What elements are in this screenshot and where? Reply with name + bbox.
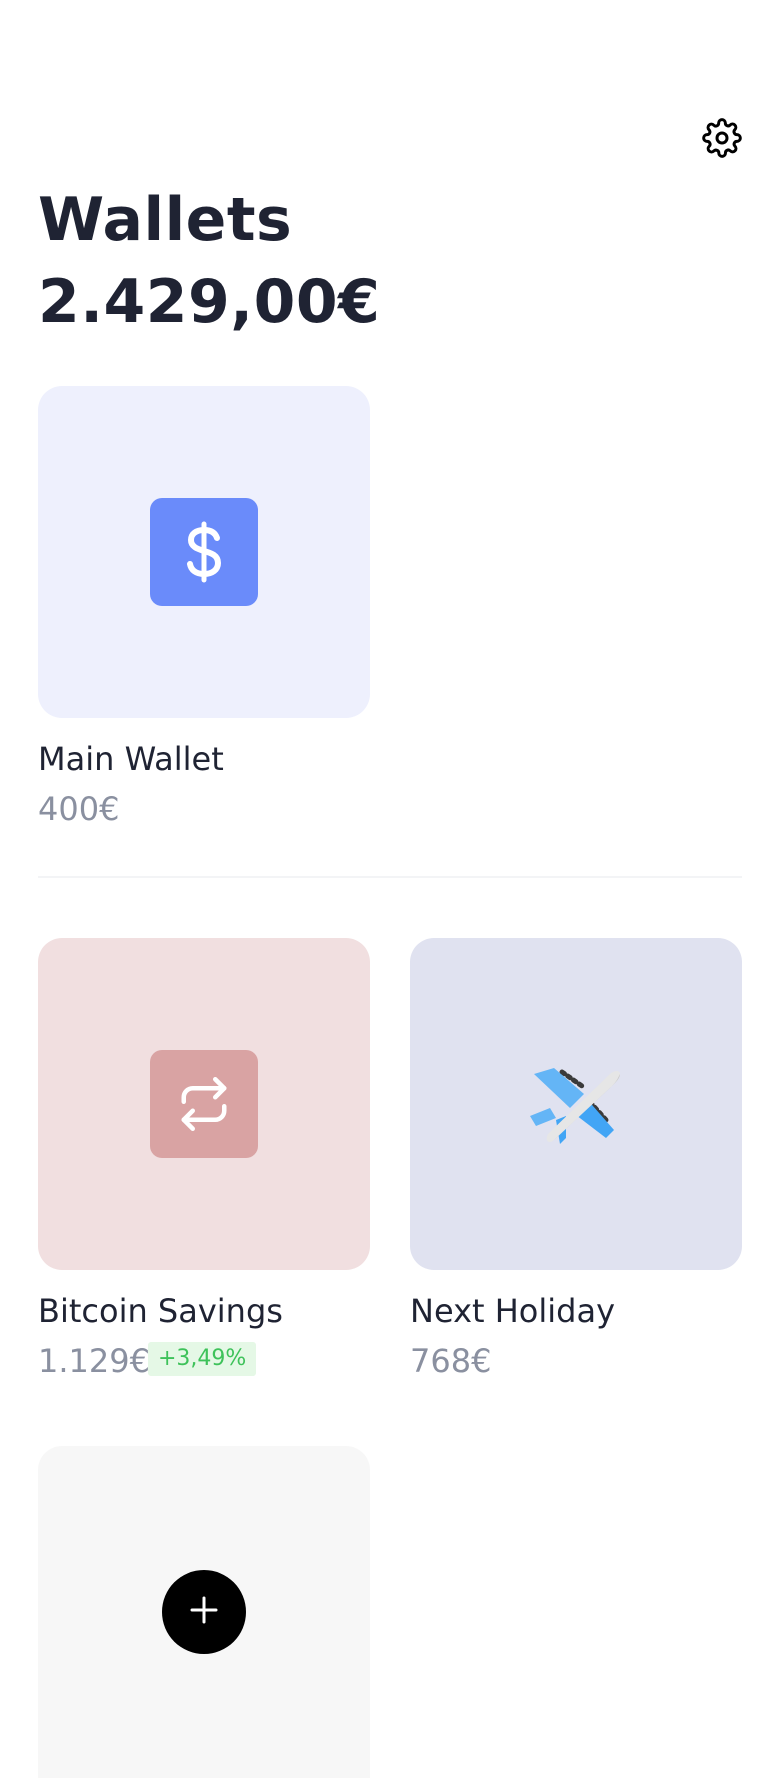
wallet-card-main-wallet[interactable] — [38, 386, 370, 718]
wallet-name: Main Wallet — [38, 740, 224, 778]
add-wallet-card — [38, 1446, 370, 1778]
wallet-card-next-holiday[interactable] — [410, 938, 742, 1270]
wallet-amount: 1.129€ — [38, 1342, 150, 1380]
wallet-name: Next Holiday — [410, 1292, 615, 1330]
repeat-icon — [150, 1050, 258, 1158]
dollar-icon — [150, 498, 258, 606]
wallet-amount: 400€ — [38, 790, 120, 828]
total-balance: 2.429,00€ — [38, 267, 381, 337]
settings-button[interactable] — [700, 118, 744, 162]
page-title: Wallets — [38, 185, 293, 255]
add-wallet-button[interactable] — [162, 1570, 246, 1654]
wallet-name: Bitcoin Savings — [38, 1292, 283, 1330]
wallet-card-bitcoin-savings[interactable] — [38, 938, 370, 1270]
change-badge: +3,49% — [148, 1342, 257, 1376]
section-divider — [38, 876, 742, 878]
airplane-icon — [522, 1050, 630, 1158]
wallet-amount: 768€ — [410, 1342, 492, 1380]
plus-icon — [188, 1594, 220, 1630]
gear-icon — [702, 118, 742, 162]
